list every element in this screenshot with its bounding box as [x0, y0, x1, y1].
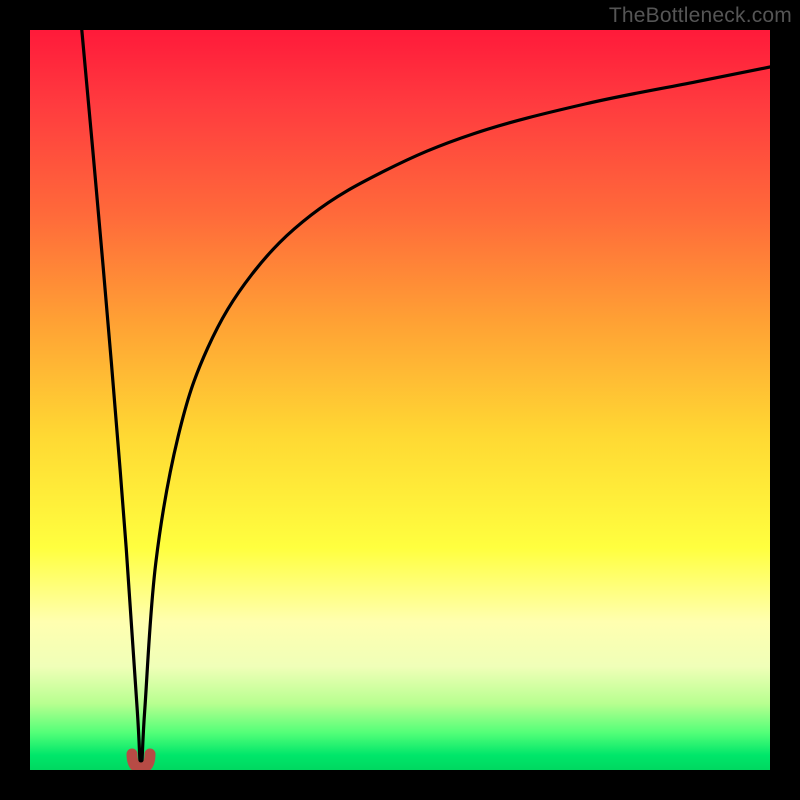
chart-frame: TheBottleneck.com — [0, 0, 800, 800]
bottleneck-curve — [30, 30, 770, 770]
watermark-text: TheBottleneck.com — [609, 4, 792, 28]
curve-path — [82, 30, 770, 770]
plot-area — [30, 30, 770, 770]
